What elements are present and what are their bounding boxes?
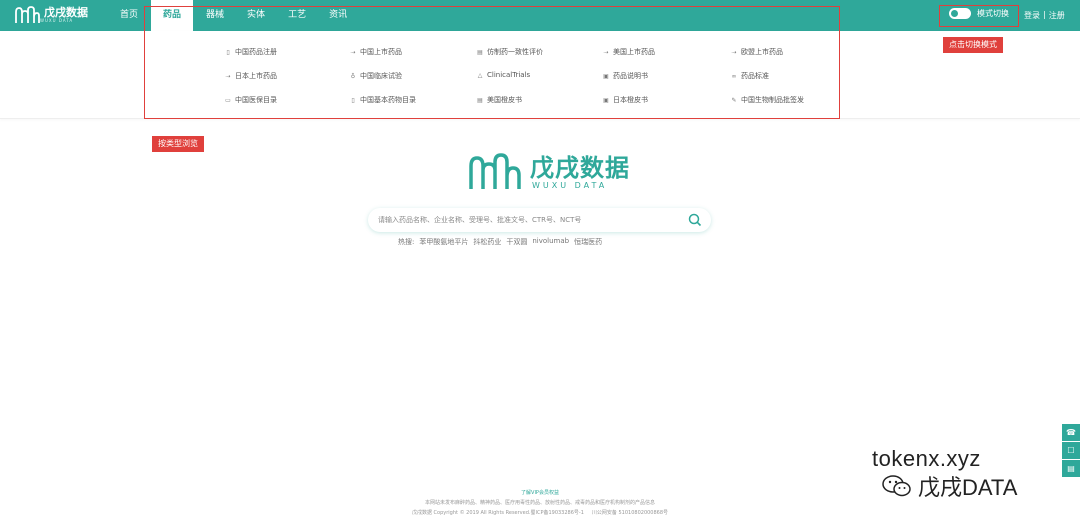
search-bar xyxy=(368,208,711,232)
side-toolbar: ☎ ☐ ▤ xyxy=(1062,424,1080,478)
watermark-url: tokenx.xyz xyxy=(872,446,981,471)
hot-search-term[interactable]: nivolumab xyxy=(532,237,569,247)
annotation-box-mode-switch xyxy=(939,5,1019,27)
hot-searches: 热搜: 苯甲酸氨地平片 抖松药业 干双圆 nivolumab 恒瑞医药 xyxy=(398,237,602,247)
hot-search-label: 热搜: xyxy=(398,238,415,246)
hot-search-term[interactable]: 干双圆 xyxy=(506,237,527,247)
watermark-brand-text: 戊戌DATA xyxy=(918,475,1018,500)
footer-police-record[interactable]: 川公网安备 51010802000868号 xyxy=(592,508,668,518)
auth-separator: | xyxy=(1043,10,1046,19)
hot-search-term[interactable]: 恒瑞医药 xyxy=(574,237,602,247)
center-logo: 戊戌数据 WUXU DATA xyxy=(468,153,630,191)
annotation-label-browse-by-type: 按类型浏览 xyxy=(152,136,204,152)
watermark-brand: 戊戌DATA xyxy=(882,470,1017,502)
auth-links: 登录 | 注册 xyxy=(1024,10,1065,21)
login-link[interactable]: 登录 xyxy=(1024,10,1040,21)
center-logo-text: 戊戌数据 xyxy=(530,153,630,182)
wechat-icon xyxy=(882,475,911,497)
center-logo-mark-icon xyxy=(469,153,521,189)
logo-mark-icon xyxy=(15,6,40,23)
annotation-box-menu xyxy=(144,6,840,119)
search-input[interactable] xyxy=(378,212,678,228)
register-link[interactable]: 注册 xyxy=(1049,10,1065,21)
logo-text: 戊戌数据 xyxy=(44,6,88,19)
annotation-label-click-switch-mode: 点击切换模式 xyxy=(943,37,1003,53)
center-logo-subtitle: WUXU DATA xyxy=(532,180,608,190)
feedback-icon[interactable]: ▤ xyxy=(1062,460,1080,477)
hot-search-term[interactable]: 苯甲酸氨地平片 xyxy=(419,237,468,247)
phone-icon[interactable]: ☎ xyxy=(1062,424,1080,441)
search-icon[interactable] xyxy=(688,213,702,227)
chat-icon[interactable]: ☐ xyxy=(1062,442,1080,459)
hot-search-term[interactable]: 抖松药业 xyxy=(473,237,501,247)
site-logo[interactable]: 戊戌数据 WUXU DATA xyxy=(14,6,88,24)
nav-home[interactable]: 首页 xyxy=(110,0,148,31)
footer-copyright: 戊戌数据 Copyright © 2019 All Rights Reserve… xyxy=(411,510,584,516)
